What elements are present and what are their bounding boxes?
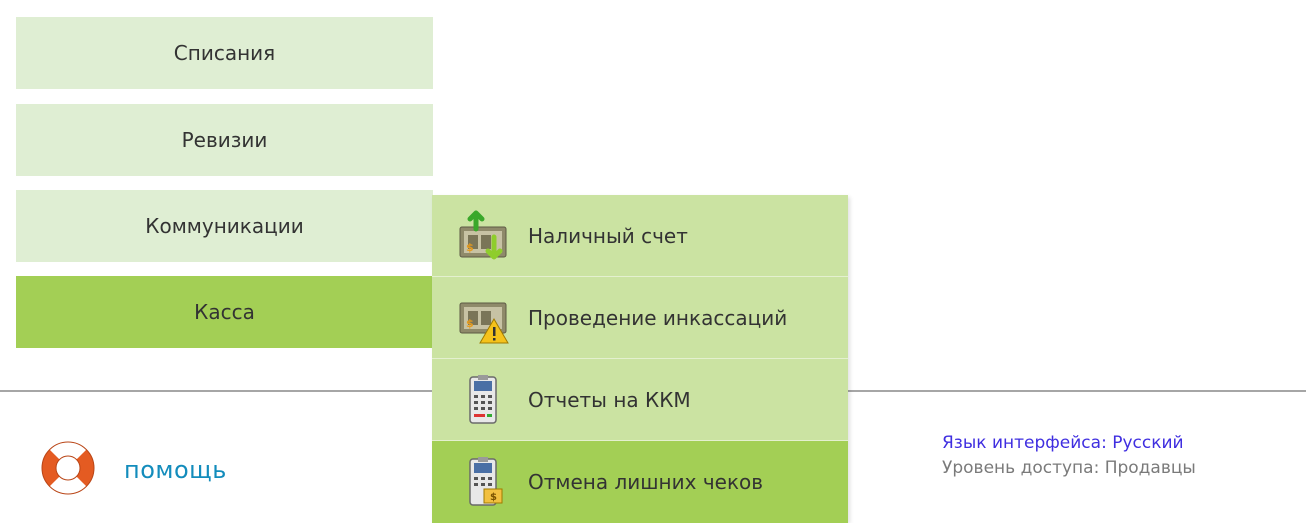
help-label: помощь: [124, 456, 227, 484]
cancel-receipt-icon: $: [454, 453, 512, 511]
kassa-submenu: $ Наличный счет $ Проведение инкассаций: [432, 195, 848, 523]
cash-collection-warning-icon: $: [454, 289, 512, 347]
cash-account-icon: $: [454, 207, 512, 265]
lifebuoy-icon: [38, 438, 98, 502]
interface-language-link[interactable]: Язык интерфейса: Русский: [942, 433, 1184, 453]
menu-item-label: Ревизии: [181, 128, 268, 152]
access-level-text: Уровень доступа: Продавцы: [942, 458, 1196, 478]
submenu-item-label: Проведение инкассаций: [528, 305, 788, 330]
menu-item-spisaniya[interactable]: Списания: [16, 17, 433, 89]
menu-item-kommunikatsii[interactable]: Коммуникации: [16, 190, 433, 262]
submenu-item-label: Отмена лишних чеков: [528, 470, 764, 494]
svg-text:$: $: [490, 492, 497, 503]
submenu-item-kkm-reports[interactable]: Отчеты на ККМ: [432, 359, 848, 441]
submenu-item-cash-account[interactable]: $ Наличный счет: [432, 195, 848, 277]
submenu-item-cancel-receipts[interactable]: $ Отмена лишних чеков: [432, 441, 848, 523]
help-link[interactable]: помощь: [38, 438, 227, 502]
submenu-item-label: Наличный счет: [528, 223, 688, 248]
cash-register-report-icon: [454, 371, 512, 429]
menu-item-label: Коммуникации: [145, 214, 304, 238]
menu-item-label: Касса: [194, 300, 255, 324]
svg-text:$: $: [466, 317, 474, 330]
menu-item-revizii[interactable]: Ревизии: [16, 104, 433, 176]
menu-item-kassa[interactable]: Касса: [16, 276, 433, 348]
menu-item-label: Списания: [173, 41, 276, 65]
submenu-item-label: Отчеты на ККМ: [528, 387, 691, 412]
submenu-item-cash-collection[interactable]: $ Проведение инкассаций: [432, 277, 848, 359]
svg-text:$: $: [466, 241, 474, 254]
